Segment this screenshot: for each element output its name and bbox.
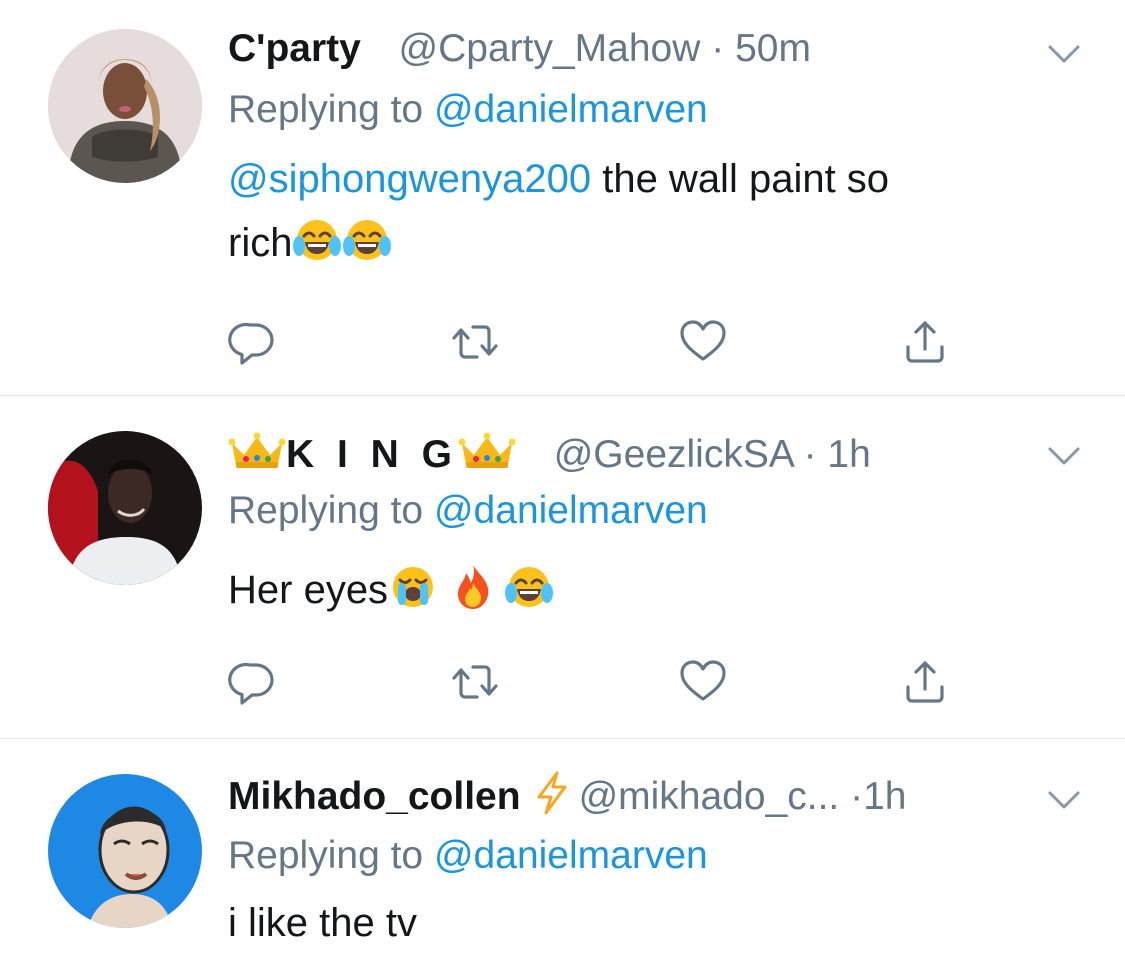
- fire-emoji: [448, 561, 498, 611]
- reply-icon[interactable]: [228, 317, 278, 367]
- tweet-text-line: @siphongwenya200 the wall paint so: [228, 147, 889, 211]
- tweet-header: Mikhado_collen @mikhado_c... ·1h: [228, 771, 907, 819]
- chevron-down-icon[interactable]: [1046, 43, 1082, 65]
- replying-to: Replying to @danielmarven: [228, 487, 708, 535]
- display-name[interactable]: C'party: [228, 27, 361, 70]
- loudly-crying-face-emoji: [388, 561, 438, 611]
- face-with-tears-of-joy-emoji: [504, 561, 554, 611]
- tweet-text: Her eyes: [228, 558, 554, 622]
- face-with-tears-of-joy-emoji: [342, 214, 392, 264]
- face-with-tears-of-joy-emoji: [292, 214, 342, 264]
- chevron-down-icon[interactable]: [1046, 789, 1082, 811]
- share-icon[interactable]: [900, 657, 950, 707]
- crown-emoji: [228, 431, 286, 471]
- timestamp[interactable]: 50m: [735, 27, 811, 70]
- tweet-text-line: Her eyes: [228, 558, 554, 622]
- replying-to-prefix: Replying to: [228, 489, 424, 532]
- display-name[interactable]: Mikhado_collen: [228, 775, 521, 818]
- retweet-icon[interactable]: [450, 317, 500, 367]
- replying-to-link[interactable]: @danielmarven: [434, 489, 708, 532]
- display-name[interactable]: K I N G: [228, 433, 527, 476]
- like-icon[interactable]: [678, 317, 728, 367]
- replying-to: Replying to @danielmarven: [228, 832, 708, 880]
- time-separator: ·: [803, 433, 817, 476]
- crown-emoji: [458, 431, 516, 471]
- retweet-icon[interactable]: [450, 657, 500, 707]
- like-icon[interactable]: [678, 657, 728, 707]
- tweet-text-line: rich: [228, 211, 889, 275]
- tweet-text-fragment: i like the tv: [228, 901, 417, 945]
- tweet[interactable]: Mikhado_collen @mikhado_c... ·1h Replying…: [0, 739, 1125, 965]
- tweet-text: i like the tv: [228, 891, 417, 955]
- tweet[interactable]: C'party @Cparty_Mahow · 50m Replying to …: [0, 0, 1125, 395]
- tweet-header: C'party @Cparty_Mahow · 50m: [228, 25, 811, 73]
- replying-to-prefix: Replying to: [228, 834, 424, 877]
- tweet-text-fragment: Her eyes: [228, 568, 389, 612]
- user-handle[interactable]: @GeezlickSA: [554, 433, 793, 476]
- avatar[interactable]: [48, 431, 202, 585]
- replying-to-prefix: Replying to: [228, 88, 424, 131]
- tweet-header: K I N G @GeezlickSA · 1h: [228, 431, 871, 479]
- display-name-text: K I N G: [286, 433, 459, 476]
- tweet-text-line: i like the tv: [228, 891, 417, 955]
- share-icon[interactable]: [900, 317, 950, 367]
- replying-to-link[interactable]: @danielmarven: [434, 88, 708, 131]
- time-separator: ·: [850, 775, 864, 818]
- tweet-text-fragment: the wall paint so: [591, 157, 890, 201]
- reply-icon[interactable]: [228, 657, 278, 707]
- timestamp[interactable]: 1h: [863, 775, 906, 818]
- mention-link[interactable]: @siphongwenya200: [228, 157, 591, 201]
- action-bar: [228, 657, 988, 707]
- replying-to-link[interactable]: @danielmarven: [434, 834, 708, 877]
- user-handle[interactable]: @mikhado_c...: [579, 775, 840, 818]
- time-separator: ·: [711, 27, 725, 70]
- lightning-emoji: [535, 771, 569, 815]
- avatar[interactable]: [48, 774, 202, 928]
- timestamp[interactable]: 1h: [827, 433, 870, 476]
- chevron-down-icon[interactable]: [1046, 445, 1082, 467]
- tweet-text-fragment: rich: [228, 221, 293, 265]
- tweet-text: @siphongwenya200 the wall paint so rich: [228, 147, 889, 275]
- replying-to: Replying to @danielmarven: [228, 86, 708, 134]
- avatar[interactable]: [48, 29, 202, 183]
- tweet[interactable]: K I N G @GeezlickSA · 1h Replying to @da…: [0, 396, 1125, 738]
- user-handle[interactable]: @Cparty_Mahow: [399, 27, 701, 70]
- action-bar: [228, 317, 988, 367]
